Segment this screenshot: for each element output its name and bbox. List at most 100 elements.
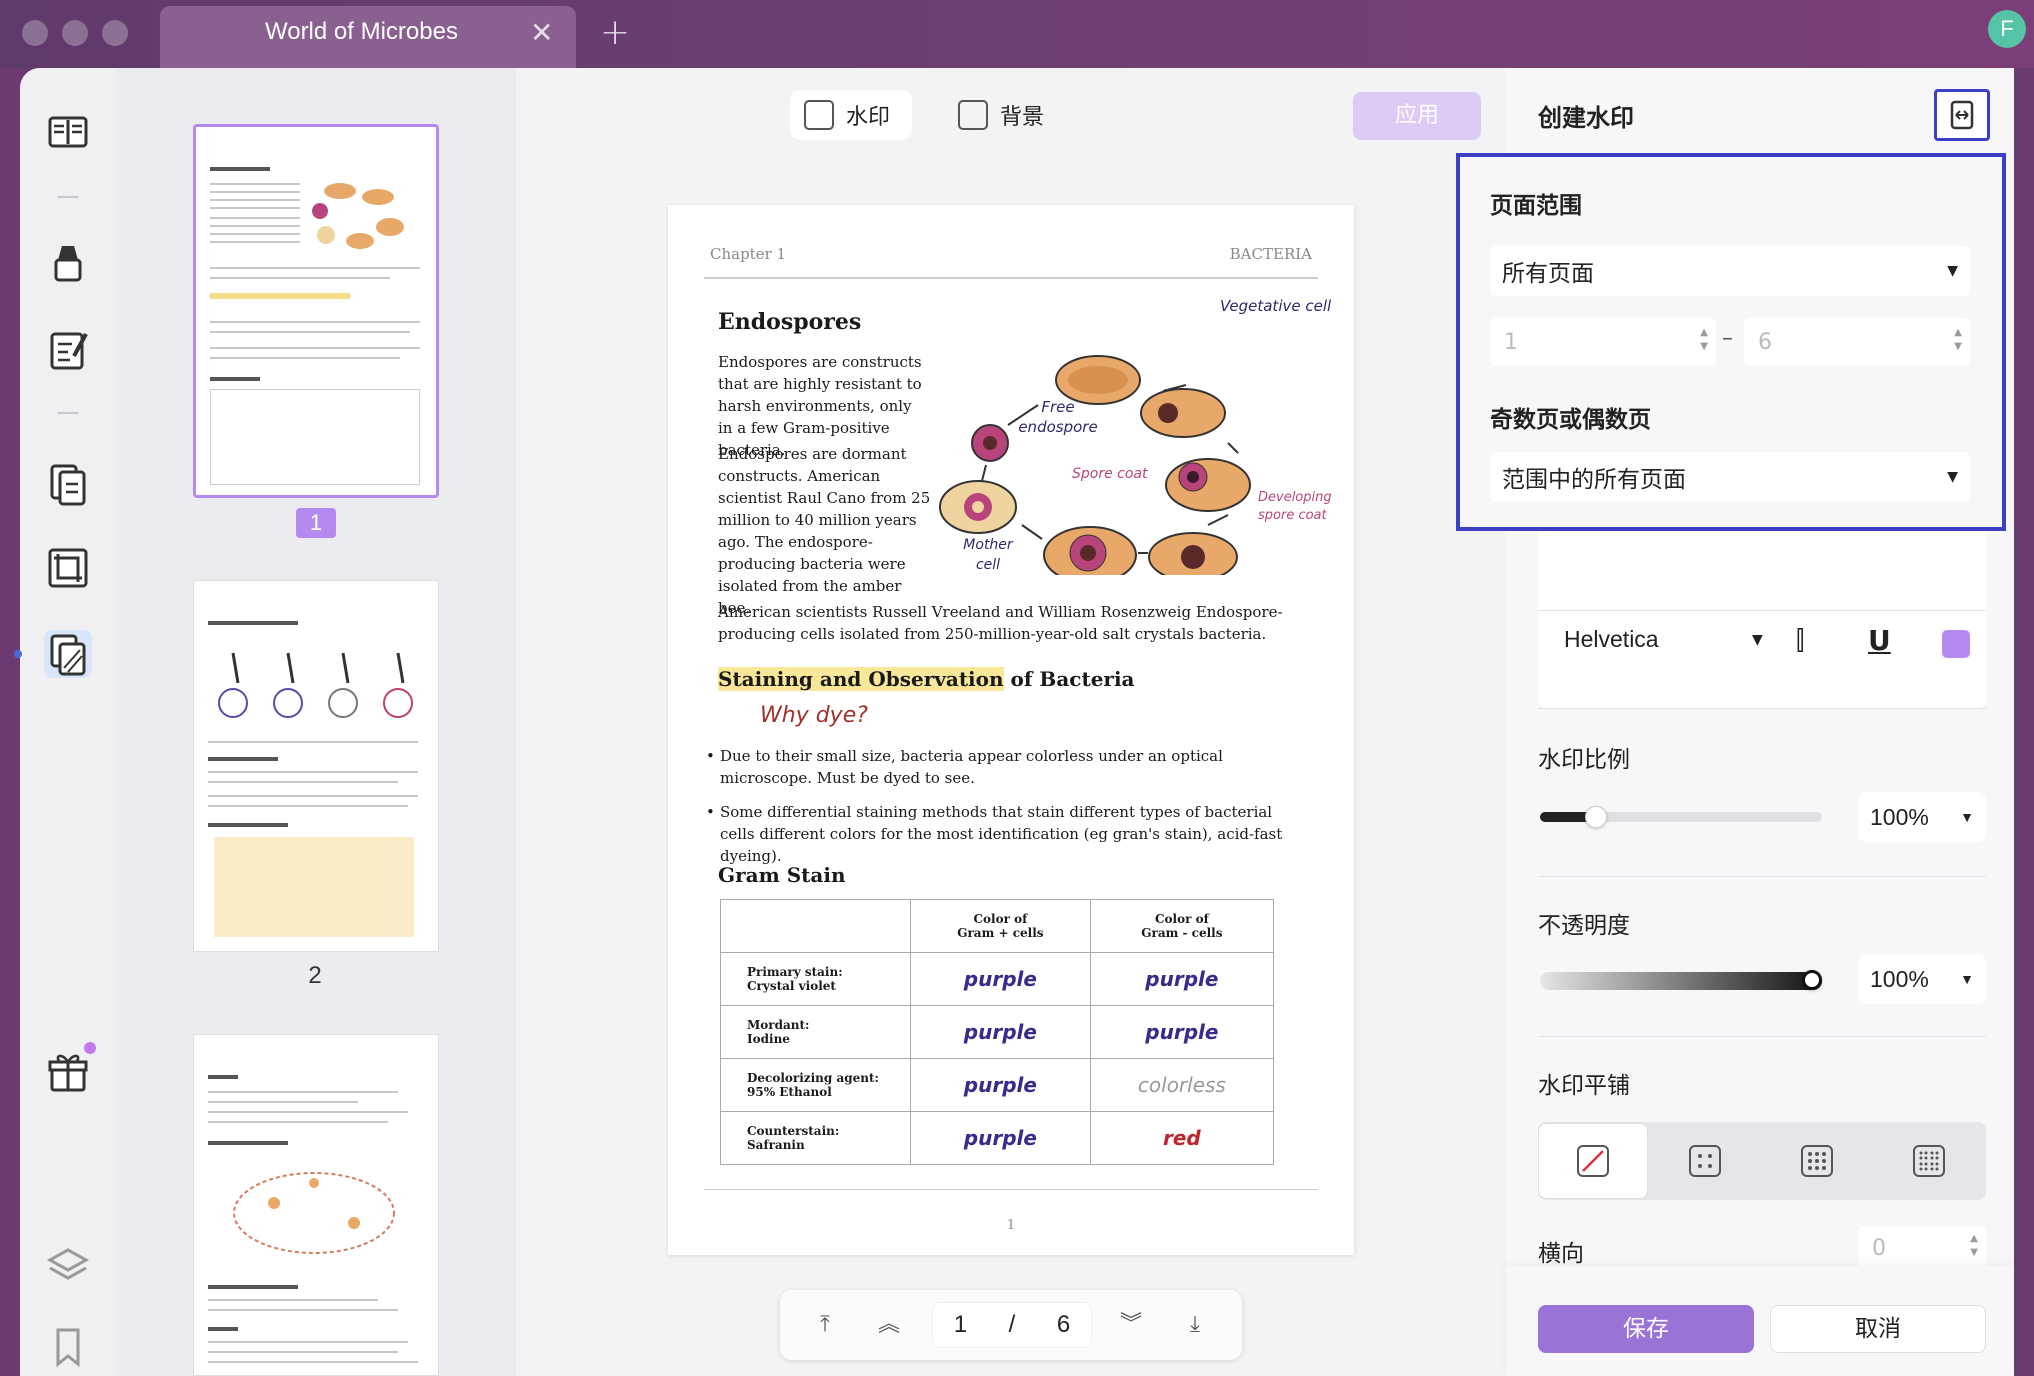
close-window-button[interactable] <box>22 20 48 46</box>
dropdown-caret-icon: ▼ <box>1947 263 1958 279</box>
last-page-icon[interactable]: ⤓ <box>1178 1308 1212 1342</box>
first-page-icon[interactable]: ⤒ <box>808 1308 842 1342</box>
bullet-2: Some differential staining methods that … <box>706 801 1310 867</box>
range-end-value: 6 <box>1758 329 1772 355</box>
page-number-1[interactable]: 1 <box>296 508 336 538</box>
horizontal-spacing-value: 0 <box>1872 1235 1886 1261</box>
crop-icon[interactable] <box>44 544 92 592</box>
save-button[interactable]: 保存 <box>1538 1305 1754 1353</box>
stepper-icon[interactable]: ▲ ▼ <box>1700 326 1708 354</box>
font-color-swatch[interactable] <box>1942 630 1970 658</box>
table-row: Decolorizing agent: 95% Ethanol purple c… <box>720 1058 1275 1112</box>
minimize-window-button[interactable] <box>62 20 88 46</box>
watermark-text-card <box>1538 520 1986 708</box>
cell-value: purple <box>910 952 1091 1006</box>
font-dropdown-caret-icon[interactable]: ▼ <box>1752 632 1763 648</box>
scale-percent-select[interactable]: 100% ▼ <box>1858 792 1986 842</box>
no-tile-icon <box>1577 1145 1609 1177</box>
user-avatar[interactable]: F <box>1988 10 2026 48</box>
expand-panel-button[interactable] <box>1934 89 1990 141</box>
background-mode-tab[interactable]: 背景 <box>944 90 1066 140</box>
tile-4x4-option[interactable] <box>1874 1123 1984 1199</box>
table-header-gram-positive: Color of Gram + cells <box>910 899 1091 953</box>
gift-icon[interactable] <box>44 1048 92 1096</box>
label-vegetative-cell: Vegetative cell <box>1220 297 1332 315</box>
tile-dense-icon <box>1913 1145 1945 1177</box>
opacity-slider-knob[interactable] <box>1802 970 1822 990</box>
cell-value: red <box>1089 1111 1275 1165</box>
page-thumbnail-2[interactable] <box>193 580 439 952</box>
page-navigator: ⤒ ︽ 1 / 6 ︾ ⤓ <box>780 1290 1242 1360</box>
footer-rule <box>704 1189 1318 1190</box>
table-row: Mordant: Iodine purple purple <box>720 1005 1275 1059</box>
dropdown-caret-icon: ▼ <box>1960 809 1974 825</box>
tile-none-option[interactable] <box>1538 1123 1648 1199</box>
page-range-label: 页面范围 <box>1490 193 1582 219</box>
opacity-percent-select[interactable]: 100% ▼ <box>1858 954 1986 1004</box>
scale-value: 100% <box>1870 803 1929 830</box>
page-footer-number: 1 <box>1006 1218 1016 1233</box>
label-mother-cell: Mother cell <box>963 537 1013 573</box>
document-page: Chapter 1 BACTERIA Endospores Endospores… <box>668 205 1354 1255</box>
background-mode-label: 背景 <box>1000 105 1045 130</box>
page-thumbnail-1[interactable] <box>193 124 439 498</box>
opacity-value: 100% <box>1870 965 1929 992</box>
stepper-icon[interactable]: ▲ ▼ <box>1970 1232 1978 1260</box>
horizontal-spacing-input[interactable]: 0 ▲ ▼ <box>1858 1226 1986 1270</box>
horizontal-spacing-label: 横向 <box>1538 1241 1584 1267</box>
font-select[interactable]: Helvetica <box>1564 626 1659 653</box>
page-number-2[interactable]: 2 <box>290 962 340 990</box>
highlighter-icon[interactable] <box>44 240 92 288</box>
scale-slider[interactable] <box>1540 812 1822 822</box>
odd-even-label: 奇数页或偶数页 <box>1490 407 1651 433</box>
range-start-input[interactable]: 1 ▲ ▼ <box>1490 318 1716 366</box>
previous-page-icon[interactable]: ︽ <box>872 1308 906 1342</box>
zoom-window-button[interactable] <box>102 20 128 46</box>
align-left-icon[interactable]: ⫿ <box>1796 626 1804 657</box>
odd-even-select[interactable]: 范围中的所有页面 ▼ <box>1490 452 1970 502</box>
next-page-icon[interactable]: ︾ <box>1114 1308 1148 1342</box>
page-range-select[interactable]: 所有页面 ▼ <box>1490 246 1970 296</box>
reader-icon[interactable] <box>44 108 92 156</box>
notification-dot <box>84 1042 96 1054</box>
page-thumbnail-3[interactable] <box>193 1034 439 1376</box>
tab-close-icon[interactable]: ✕ <box>530 16 553 49</box>
cell-value: colorless <box>1089 1058 1275 1112</box>
panel-title: 创建水印 <box>1538 104 1634 132</box>
opacity-slider[interactable] <box>1540 972 1822 990</box>
tile-small-icon <box>1689 1145 1721 1177</box>
tile-label: 水印平铺 <box>1538 1073 1630 1099</box>
cancel-button[interactable]: 取消 <box>1770 1305 1986 1353</box>
stepper-icon[interactable]: ▲ ▼ <box>1954 326 1962 354</box>
edit-text-icon[interactable] <box>44 326 92 374</box>
cell-value: purple <box>910 1005 1091 1059</box>
paragraph-3: American scientists Russell Vreeland and… <box>718 603 1283 643</box>
underline-icon[interactable]: U <box>1868 624 1891 657</box>
range-dash: – <box>1722 326 1733 351</box>
watermark-mode-tab[interactable]: 水印 <box>790 90 912 140</box>
background-icon <box>958 100 988 130</box>
layers-icon[interactable] <box>44 1242 92 1290</box>
tile-2x2-option[interactable] <box>1650 1123 1760 1199</box>
page-input[interactable]: 1 / 6 <box>932 1302 1092 1348</box>
why-dye-annotation: Why dye? <box>760 703 868 728</box>
apply-button[interactable]: 应用 <box>1353 92 1481 140</box>
tile-3x3-option[interactable] <box>1762 1123 1872 1199</box>
watermark-tool-icon[interactable] <box>44 630 92 678</box>
watermark-mode-label: 水印 <box>846 105 891 130</box>
range-end-input[interactable]: 6 ▲ ▼ <box>1744 318 1970 366</box>
title-rest-text: of Bacteria <box>1003 667 1135 691</box>
table-row: Counterstain: Safranin purple red <box>720 1111 1275 1165</box>
page-range-value: 所有页面 <box>1502 261 1594 287</box>
new-tab-icon[interactable]: + <box>600 12 630 53</box>
label-free-endospore: Free endospore <box>1018 398 1098 436</box>
cell-value: purple <box>910 1111 1091 1165</box>
scale-slider-knob[interactable] <box>1585 806 1607 828</box>
organize-pages-icon[interactable] <box>44 460 92 508</box>
bookmark-icon[interactable] <box>44 1322 92 1370</box>
row-label: Decolorizing agent: 95% Ethanol <box>720 1058 911 1112</box>
highlighted-title-text: Staining and Observation <box>718 667 1004 691</box>
current-page[interactable]: 1 <box>954 1311 967 1339</box>
section-title-gram-stain: Gram Stain <box>718 863 846 887</box>
tile-medium-icon <box>1801 1145 1833 1177</box>
